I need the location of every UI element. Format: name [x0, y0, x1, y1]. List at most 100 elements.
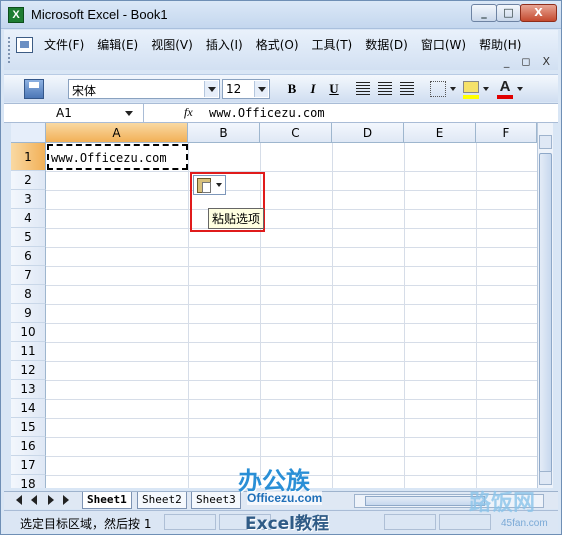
watermark-url: Officezu.com [247, 491, 323, 505]
next-sheet-icon[interactable] [48, 495, 54, 505]
grid-line [46, 247, 537, 248]
menu-items: 文件(F) 编辑(E) 视图(V) 插入(I) 格式(O) 工具(T) 数据(D… [44, 36, 534, 53]
font-size-dropdown-icon[interactable] [254, 81, 268, 97]
borders-icon[interactable] [430, 81, 446, 97]
row-header-11[interactable]: 11 [11, 342, 46, 361]
row-header-13[interactable]: 13 [11, 380, 46, 399]
column-header-a[interactable]: A [46, 123, 188, 143]
underline-button[interactable]: U [324, 79, 344, 99]
grid-line [46, 437, 537, 438]
last-sheet-icon[interactable] [63, 495, 69, 505]
row-header-8[interactable]: 8 [11, 285, 46, 304]
select-all-corner[interactable] [11, 123, 46, 143]
worksheet-grid[interactable]: A B C D E F 1 2 3 4 5 6 7 8 9 10 11 12 1… [11, 123, 537, 488]
grid-line [46, 323, 537, 324]
fill-color-dropdown-icon[interactable] [483, 87, 489, 94]
row-header-14[interactable]: 14 [11, 399, 46, 418]
watermark-site: 路饭网 [469, 491, 536, 516]
menu-grip-icon[interactable] [8, 37, 12, 63]
name-box-value: A1 [56, 106, 72, 120]
workbook-close-button[interactable]: X [542, 55, 550, 68]
row-header-15[interactable]: 15 [11, 418, 46, 437]
fill-color-icon[interactable] [463, 81, 479, 93]
row-header-18[interactable]: 18 [11, 475, 46, 488]
menu-format[interactable]: 格式(O) [256, 36, 299, 53]
column-header-b[interactable]: B [188, 123, 260, 143]
font-size-value: 12 [226, 82, 242, 96]
borders-dropdown-icon[interactable] [450, 87, 456, 94]
menu-help[interactable]: 帮助(H) [479, 36, 521, 53]
paste-options-tooltip: 粘贴选项 [208, 208, 265, 229]
grid-line [46, 285, 537, 286]
menu-file[interactable]: 文件(F) [44, 36, 84, 53]
row-header-12[interactable]: 12 [11, 361, 46, 380]
vertical-scroll-thumb[interactable] [539, 153, 552, 473]
align-left-icon[interactable] [356, 82, 370, 96]
font-name-select[interactable]: 宋体 [68, 79, 220, 99]
menu-tools[interactable]: 工具(T) [312, 36, 353, 53]
italic-button[interactable]: I [303, 79, 323, 99]
title-bar[interactable]: X Microsoft Excel - Book1 _ □ X [1, 1, 561, 29]
scroll-down-icon[interactable] [539, 471, 552, 485]
workbook-restore-button[interactable]: ◻ [521, 55, 530, 68]
font-size-select[interactable]: 12 [222, 79, 270, 99]
save-icon[interactable] [24, 79, 44, 99]
status-panel [164, 514, 216, 530]
row-header-4[interactable]: 4 [11, 209, 46, 228]
menu-insert[interactable]: 插入(I) [206, 36, 243, 53]
row-header-17[interactable]: 17 [11, 456, 46, 475]
sheet-tab-3[interactable]: Sheet3 [191, 492, 241, 509]
workbook-icon[interactable] [16, 37, 33, 53]
name-box-dropdown-icon[interactable] [125, 111, 133, 120]
maximize-button[interactable]: □ [496, 4, 521, 22]
row-header-1[interactable]: 1 [11, 143, 46, 171]
font-color-dropdown-icon[interactable] [517, 87, 523, 94]
menu-data[interactable]: 数据(D) [365, 36, 408, 53]
sheet-tab-2[interactable]: Sheet2 [137, 492, 187, 509]
grid-line [46, 228, 537, 229]
align-right-icon[interactable] [400, 82, 414, 96]
row-header-7[interactable]: 7 [11, 266, 46, 285]
font-color-icon[interactable]: A [497, 78, 513, 95]
font-name-dropdown-icon[interactable] [204, 81, 218, 97]
name-box[interactable]: A1 [4, 104, 144, 122]
grid-line [46, 361, 537, 362]
bold-button[interactable]: B [282, 79, 302, 99]
column-header-c[interactable]: C [260, 123, 332, 143]
column-header-d[interactable]: D [332, 123, 404, 143]
row-header-3[interactable]: 3 [11, 190, 46, 209]
row-header-5[interactable]: 5 [11, 228, 46, 247]
grid-line [46, 266, 537, 267]
column-header-e[interactable]: E [404, 123, 476, 143]
row-header-2[interactable]: 2 [11, 171, 46, 190]
minimize-button[interactable]: _ [471, 4, 497, 22]
row-header-9[interactable]: 9 [11, 304, 46, 323]
close-button[interactable]: X [520, 4, 557, 22]
column-header-f[interactable]: F [476, 123, 537, 143]
watermark-site-url: 45fan.com [501, 518, 548, 529]
row-header-6[interactable]: 6 [11, 247, 46, 266]
previous-sheet-icon[interactable] [31, 495, 37, 505]
row-header-10[interactable]: 10 [11, 323, 46, 342]
scroll-up-icon[interactable] [539, 135, 552, 149]
vertical-scrollbar[interactable] [537, 123, 553, 488]
grid-line [46, 399, 537, 400]
cell-a1[interactable]: www.Officezu.com [47, 144, 188, 170]
fill-color-swatch [463, 95, 479, 99]
watermark-excel-tutorial: Excel教程 [245, 514, 330, 534]
row-header-16[interactable]: 16 [11, 437, 46, 456]
paste-options-dropdown-icon[interactable] [216, 183, 222, 190]
sheet-tab-1[interactable]: Sheet1 [82, 492, 132, 509]
grid-line [46, 171, 537, 172]
horizontal-scroll-thumb[interactable] [365, 496, 485, 506]
paste-options-button[interactable] [193, 175, 226, 195]
excel-app-icon[interactable]: X [8, 7, 24, 23]
workbook-minimize-button[interactable]: _ [504, 55, 510, 68]
align-center-icon[interactable] [378, 82, 392, 96]
insert-function-icon[interactable]: fx [184, 105, 193, 120]
menu-edit[interactable]: 编辑(E) [97, 36, 138, 53]
formula-input[interactable]: www.Officezu.com [209, 106, 325, 120]
first-sheet-icon[interactable] [16, 495, 22, 505]
menu-view[interactable]: 视图(V) [151, 36, 193, 53]
menu-window[interactable]: 窗口(W) [421, 36, 466, 53]
